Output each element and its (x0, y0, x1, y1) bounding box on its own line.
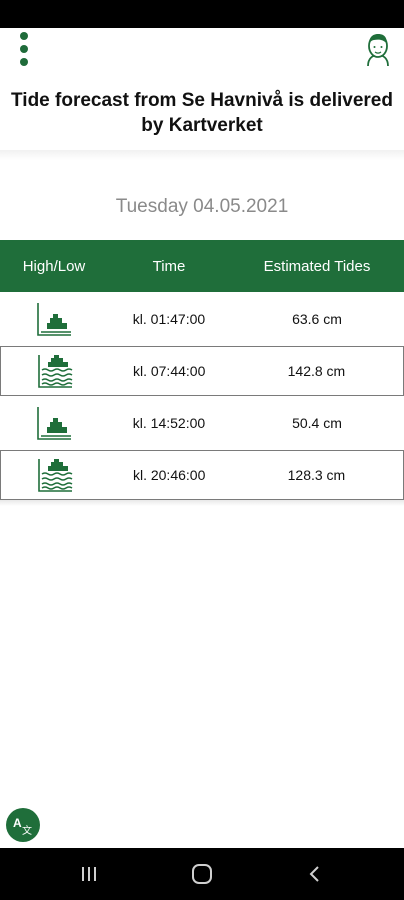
home-icon[interactable] (187, 860, 217, 888)
high-tide-icon (1, 457, 108, 493)
tide-height: 128.3 cm (287, 467, 346, 483)
table-row: kl. 14:52:00 50.4 cm (0, 398, 404, 448)
system-nav-bar (0, 848, 404, 900)
svg-text:文: 文 (22, 824, 32, 837)
page-title-line-1: Tide forecast from Se Havnivå is deliver… (11, 90, 393, 111)
top-bar (0, 28, 404, 72)
page-title: Tide forecast from Se Havnivå is deliver… (0, 88, 404, 138)
table-shadow (0, 500, 404, 506)
translate-icon[interactable]: A 文 (6, 808, 40, 842)
table-header: High/Low Time Estimated Tides (0, 240, 404, 292)
more-vertical-icon[interactable] (12, 30, 36, 68)
column-header-time: Time (152, 257, 186, 275)
back-icon[interactable] (300, 860, 330, 888)
header-divider (0, 150, 404, 160)
tide-time: kl. 14:52:00 (132, 415, 206, 431)
tide-height: 50.4 cm (292, 415, 342, 431)
user-avatar-icon[interactable] (362, 30, 394, 68)
tide-table: High/Low Time Estimated Tides kl. 01:47:… (0, 240, 404, 506)
tide-time: kl. 07:44:00 (132, 363, 206, 379)
table-row: kl. 20:46:00 128.3 cm (0, 450, 404, 500)
column-header-high-low: High/Low (22, 257, 86, 275)
table-row: kl. 01:47:00 63.6 cm (0, 294, 404, 344)
column-header-estimated-tides: Estimated Tides (263, 257, 371, 275)
recent-apps-icon[interactable] (74, 860, 104, 888)
low-tide-icon (0, 301, 108, 337)
svg-text:A: A (13, 816, 22, 830)
page-title-line-2: by Kartverket (141, 115, 263, 136)
table-row: kl. 07:44:00 142.8 cm (0, 346, 404, 396)
tide-time: kl. 01:47:00 (132, 311, 206, 327)
tide-time: kl. 20:46:00 (132, 467, 206, 483)
high-tide-icon (1, 353, 108, 389)
forecast-date: Tuesday 04.05.2021 (115, 196, 289, 217)
tide-height: 142.8 cm (287, 363, 346, 379)
status-bar (0, 0, 404, 28)
low-tide-icon (0, 405, 108, 441)
tide-height: 63.6 cm (292, 311, 342, 327)
